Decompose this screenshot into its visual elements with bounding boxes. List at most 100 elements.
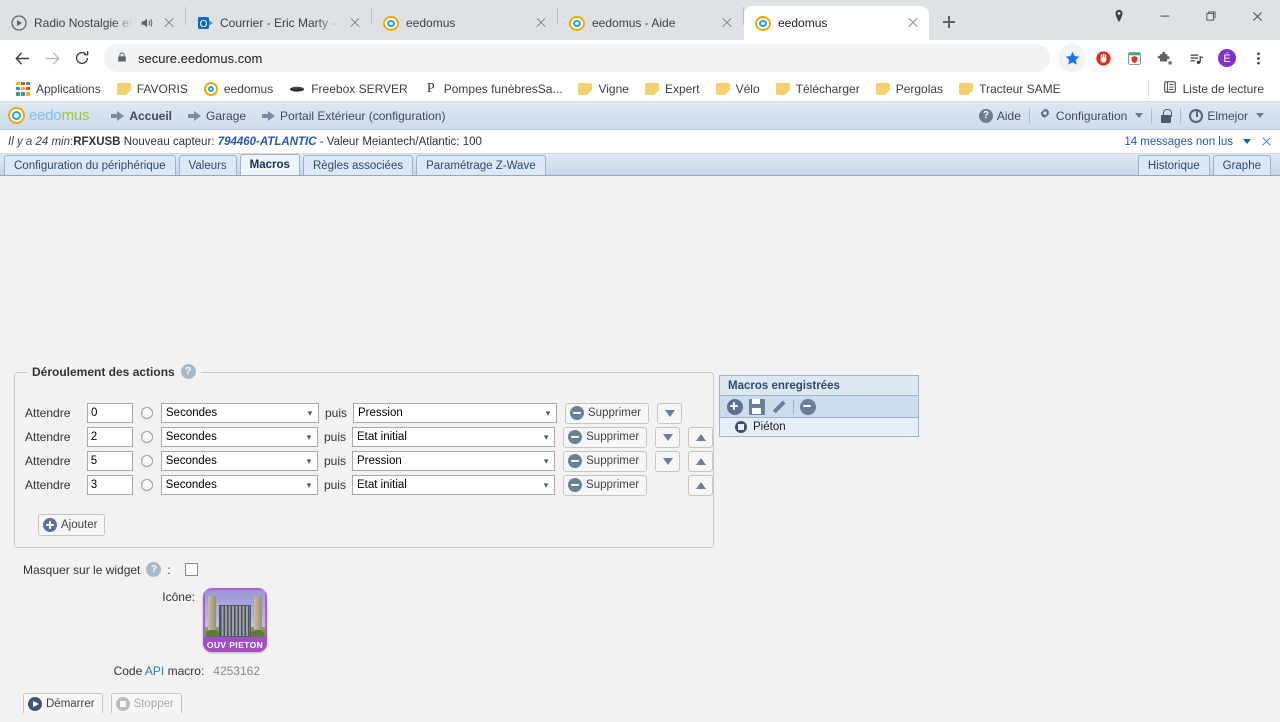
bitwarden-icon[interactable]	[1120, 44, 1148, 72]
close-icon[interactable]	[1261, 136, 1272, 147]
profile-avatar-icon[interactable]: É	[1213, 44, 1241, 72]
action-select[interactable]: Pression ▾	[353, 403, 558, 423]
delete-action-button[interactable]: Supprimer	[563, 474, 648, 496]
chevron-down-icon[interactable]	[1243, 139, 1251, 144]
back-button[interactable]	[8, 44, 36, 72]
gate-pedestrian-icon[interactable]: OUV PIETON	[203, 588, 267, 652]
help-button[interactable]: ? Aide	[971, 108, 1029, 123]
bookmark-velo[interactable]: Vélo	[708, 79, 768, 99]
wait-seconds-input[interactable]	[87, 403, 133, 423]
help-circle-icon[interactable]: ?	[146, 562, 162, 577]
save-disk-icon[interactable]	[749, 398, 765, 415]
tab-valeurs[interactable]: Valeurs	[178, 155, 237, 175]
breadcrumb-item-accueil[interactable]: Accueil	[111, 109, 172, 123]
minus-circle-icon[interactable]	[800, 398, 816, 415]
bookmark-telecharger[interactable]: Télécharger	[768, 79, 868, 99]
hide-on-widget-checkbox[interactable]	[184, 563, 198, 576]
notification-device-link[interactable]: 794460-ATLANTIC	[218, 136, 317, 148]
tab-close-icon[interactable]	[719, 15, 735, 31]
add-action-button[interactable]: Ajouter	[38, 514, 106, 536]
wait-mode-radio[interactable]	[140, 479, 153, 491]
plus-circle-icon[interactable]	[727, 398, 743, 415]
breadcrumb-item-garage[interactable]: Garage	[188, 109, 246, 123]
saved-macro-item[interactable]: Piéton	[720, 418, 918, 436]
delete-action-button[interactable]: Supprimer	[563, 450, 648, 472]
bookmark-favoris[interactable]: FAVORIS	[109, 79, 196, 99]
chrome-menu-icon[interactable]	[1244, 44, 1272, 72]
delete-action-button[interactable]: Supprimer	[565, 402, 650, 424]
delete-action-button[interactable]: Supprimer	[563, 426, 648, 448]
app-logo[interactable]: eedomus	[8, 107, 90, 124]
breadcrumb-item-portail[interactable]: Portail Extérieur (configuration)	[262, 109, 445, 123]
speaker-icon[interactable]	[140, 16, 154, 30]
bookmark-eedomus[interactable]: eedomus	[196, 79, 281, 99]
browser-tab-active[interactable]: eedomus	[744, 6, 929, 40]
notification-source: RFXUSB	[73, 135, 121, 148]
tab-configuration-peripherique[interactable]: Configuration du périphérique	[4, 155, 176, 175]
browser-tab[interactable]: eedomus	[372, 6, 557, 40]
bookmark-pompes-funebres[interactable]: P Pompes funèbresSa...	[416, 78, 571, 100]
pencil-icon[interactable]	[771, 399, 787, 415]
reading-list-button[interactable]: Liste de lecture	[1155, 77, 1272, 100]
wait-mode-radio[interactable]	[140, 431, 153, 443]
bookmark-pergolas[interactable]: Pergolas	[868, 79, 951, 99]
lock-button[interactable]	[1152, 108, 1180, 123]
browser-tab[interactable]: Radio Nostalgie en di	[0, 6, 185, 40]
move-up-button[interactable]	[688, 450, 714, 472]
adblock-icon[interactable]	[1089, 44, 1117, 72]
unit-select[interactable]: Secondes ▾	[160, 451, 318, 471]
bookmark-star-icon[interactable]	[1058, 44, 1086, 72]
minimize-button[interactable]	[1142, 0, 1188, 32]
unit-select[interactable]: Secondes ▾	[160, 475, 318, 495]
move-down-button[interactable]	[657, 402, 683, 424]
forward-button[interactable]	[38, 44, 66, 72]
bookmark-applications[interactable]: Applications	[8, 79, 109, 99]
window-extra-button[interactable]	[1096, 0, 1142, 32]
unit-select[interactable]: Secondes ▾	[160, 427, 318, 447]
action-select[interactable]: Etat initial ▾	[351, 475, 556, 495]
move-up-button[interactable]	[688, 474, 713, 496]
new-tab-button[interactable]	[935, 8, 963, 36]
bookmark-expert[interactable]: Expert	[637, 79, 708, 99]
address-bar[interactable]: secure.eedomus.com	[104, 44, 1050, 72]
move-up-button[interactable]	[688, 426, 714, 448]
wait-seconds-input[interactable]	[86, 427, 133, 447]
tab-regles-associees[interactable]: Règles associées	[302, 155, 414, 175]
tab-macros[interactable]: Macros	[239, 154, 300, 175]
action-select[interactable]: Pression ▾	[352, 451, 556, 471]
unread-messages-link[interactable]: 14 messages non lus	[1124, 136, 1233, 148]
bookmark-tracteur-same[interactable]: Tracteur SAME	[951, 79, 1069, 99]
tab-close-icon[interactable]	[905, 15, 921, 31]
tab-close-icon[interactable]	[533, 15, 549, 31]
bookmark-label: eedomus	[223, 81, 274, 96]
start-macro-button[interactable]: Démarrer	[23, 693, 103, 715]
bookmark-vigne[interactable]: Vigne	[570, 79, 636, 99]
wait-mode-radio[interactable]	[140, 455, 153, 467]
tab-close-icon[interactable]	[161, 15, 177, 31]
browser-tab[interactable]: eedomus - Aide	[558, 6, 743, 40]
user-menu[interactable]: Elmejor	[1181, 108, 1272, 123]
api-link[interactable]: API	[145, 664, 164, 678]
tab-historique[interactable]: Historique	[1137, 155, 1210, 175]
wait-seconds-input[interactable]	[86, 475, 133, 495]
action-select[interactable]: Etat initial ▾	[352, 427, 556, 447]
help-circle-icon[interactable]: ?	[180, 364, 196, 379]
tab-close-icon[interactable]	[347, 15, 363, 31]
move-down-button[interactable]	[655, 450, 681, 472]
stop-macro-button[interactable]: Stopper	[110, 693, 182, 715]
wait-mode-radio[interactable]	[141, 407, 153, 419]
move-down-button[interactable]	[655, 426, 681, 448]
configuration-menu[interactable]: Configuration	[1030, 107, 1151, 124]
reload-button[interactable]	[68, 44, 96, 72]
tab-graphe[interactable]: Graphe	[1212, 155, 1271, 175]
maximize-button[interactable]	[1188, 0, 1234, 32]
unit-select[interactable]: Secondes ▾	[161, 403, 319, 423]
close-window-button[interactable]	[1234, 0, 1280, 32]
wait-seconds-input[interactable]	[86, 451, 133, 471]
browser-tab[interactable]: O Courrier - Eric Marty - Out	[186, 6, 371, 40]
bookmark-freebox-server[interactable]: Freebox SERVER	[281, 78, 416, 99]
tab-parametrage-zwave[interactable]: Paramétrage Z-Wave	[416, 155, 546, 175]
lock-icon	[116, 51, 128, 66]
media-playlist-icon[interactable]	[1182, 44, 1210, 72]
extensions-puzzle-icon[interactable]	[1151, 44, 1179, 72]
